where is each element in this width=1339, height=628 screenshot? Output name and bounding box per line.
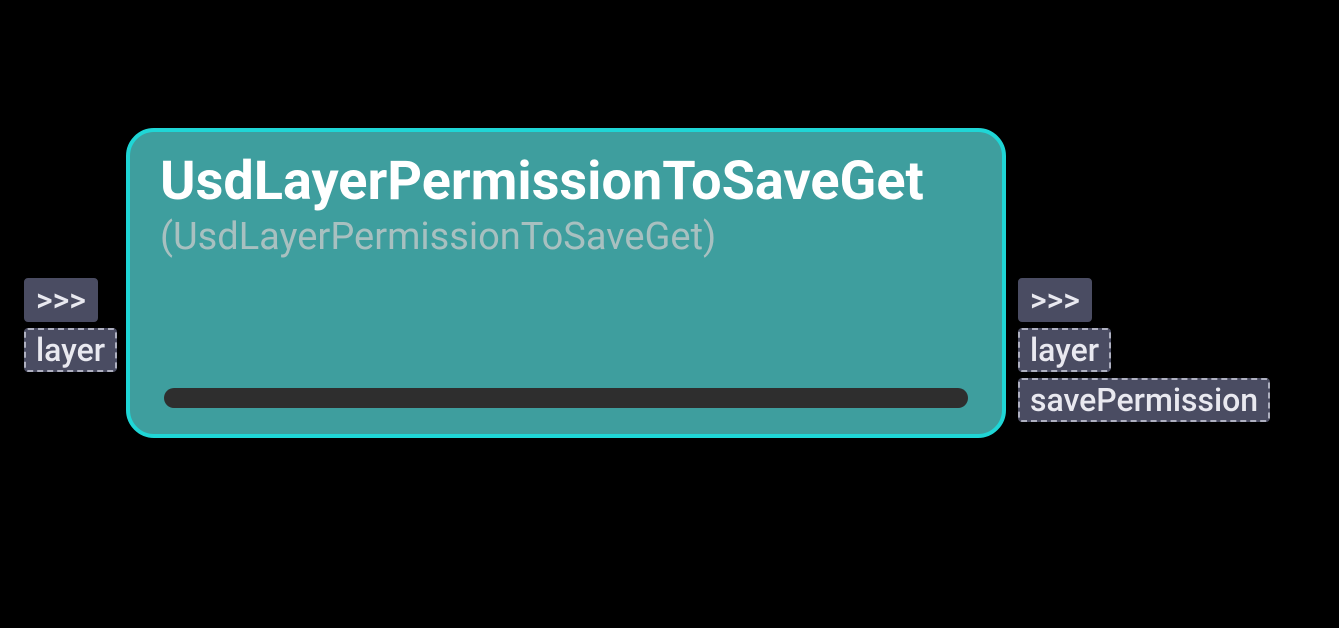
output-port-layer[interactable]: layer: [1018, 328, 1111, 372]
node-footer-bar: [164, 388, 968, 408]
input-port-exec[interactable]: >>>: [24, 278, 98, 322]
port-label: >>>: [36, 281, 86, 319]
output-port-save-permission[interactable]: savePermission: [1018, 378, 1270, 422]
port-label: >>>: [1030, 281, 1080, 319]
node-graph-canvas[interactable]: UsdLayerPermissionToSaveGet (UsdLayerPer…: [0, 0, 1339, 628]
port-label: layer: [36, 331, 105, 369]
output-port-exec[interactable]: >>>: [1018, 278, 1092, 322]
node-title: UsdLayerPermissionToSaveGet: [160, 154, 972, 211]
input-port-layer[interactable]: layer: [24, 328, 117, 372]
port-label: savePermission: [1030, 381, 1258, 419]
port-label: layer: [1030, 331, 1099, 369]
node-usd-layer-permission-to-save-get[interactable]: UsdLayerPermissionToSaveGet (UsdLayerPer…: [126, 128, 1006, 438]
node-subtitle: (UsdLayerPermissionToSaveGet): [160, 215, 972, 259]
